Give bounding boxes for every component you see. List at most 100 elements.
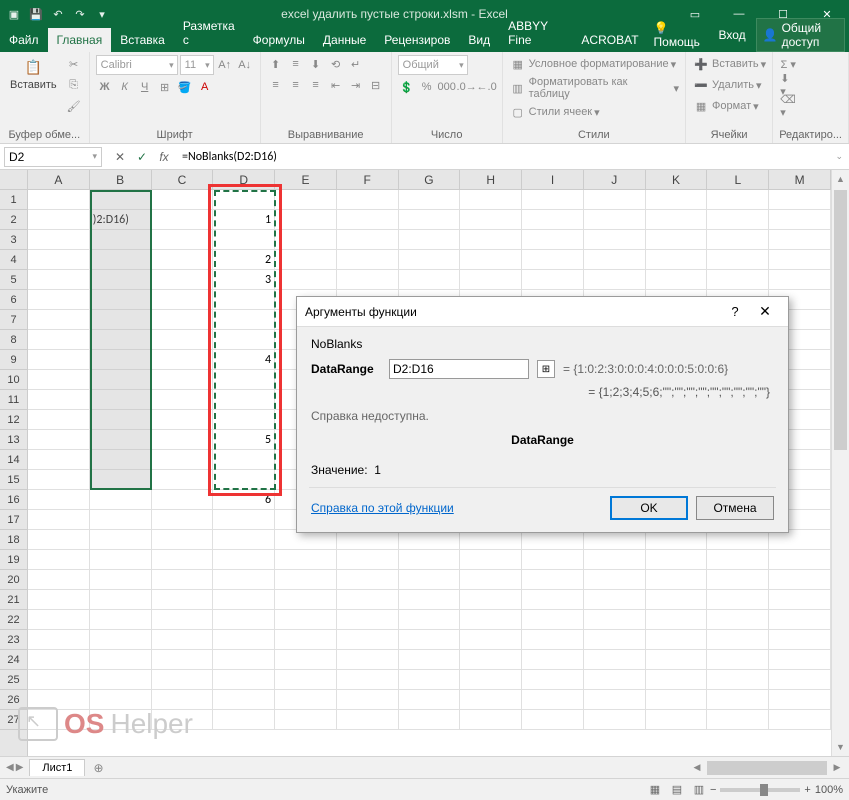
cell[interactable] [769,210,831,230]
cell[interactable] [28,330,90,350]
cell[interactable] [707,630,769,650]
cell[interactable] [769,550,831,570]
cell[interactable] [584,210,646,230]
cell[interactable] [152,530,214,550]
cell[interactable] [337,710,399,730]
cell[interactable] [90,410,152,430]
cell[interactable] [460,710,522,730]
format-table-button[interactable]: ▥Форматировать как таблицу ▾ [509,76,679,100]
cell[interactable] [707,250,769,270]
cell[interactable] [90,250,152,270]
tab-data[interactable]: Данные [314,28,375,52]
cell[interactable] [90,630,152,650]
sheet-tab[interactable]: Лист1 [29,759,85,776]
cell[interactable] [28,550,90,570]
row-header[interactable]: 10 [0,370,27,390]
cell[interactable] [213,650,275,670]
tab-layout[interactable]: Разметка с [174,14,244,52]
cell[interactable] [152,610,214,630]
cell[interactable] [707,710,769,730]
col-header[interactable]: J [584,170,646,189]
cell[interactable] [769,690,831,710]
row-header[interactable]: 23 [0,630,27,650]
cell[interactable] [28,590,90,610]
cell[interactable] [337,690,399,710]
row-header[interactable]: 22 [0,610,27,630]
cell[interactable] [152,710,214,730]
save-icon[interactable]: 💾 [28,6,44,22]
insert-cells-button[interactable]: ➕Вставить ▾ [692,55,766,73]
tab-review[interactable]: Рецензиров [375,28,459,52]
format-cells-button[interactable]: ▦Формат ▾ [692,97,759,115]
scroll-up-icon[interactable]: ▲ [832,170,849,188]
cell[interactable] [28,190,90,210]
cell[interactable] [769,650,831,670]
cell[interactable] [90,370,152,390]
cell[interactable] [399,670,461,690]
row-header[interactable]: 15 [0,470,27,490]
cell[interactable] [213,370,275,390]
cell[interactable] [213,610,275,630]
cell[interactable] [337,190,399,210]
wrap-text-icon[interactable]: ↵ [347,55,365,73]
cell[interactable] [90,490,152,510]
cell[interactable] [522,670,584,690]
cell[interactable] [28,510,90,530]
tab-home[interactable]: Главная [48,28,112,52]
cell[interactable] [646,610,708,630]
cell[interactable] [90,290,152,310]
cell[interactable]: 3 [213,270,275,290]
col-header[interactable]: L [707,170,769,189]
cell[interactable] [460,550,522,570]
cell[interactable] [399,270,461,290]
cell[interactable] [337,670,399,690]
fill-color-icon[interactable]: 🪣 [176,78,194,96]
number-format-combo[interactable]: Общий [398,55,468,75]
sheet-nav-prev-icon[interactable]: ◀ [6,762,14,773]
italic-icon[interactable]: К [116,78,134,96]
row-header[interactable]: 19 [0,550,27,570]
fx-icon[interactable]: fx [154,150,174,164]
cell[interactable]: )2:D16) [90,210,152,230]
help-button[interactable]: 💡 Помощь [648,18,709,52]
cell[interactable] [28,250,90,270]
row-header[interactable]: 18 [0,530,27,550]
cell[interactable] [152,670,214,690]
dialog-close-icon[interactable]: ✕ [750,303,780,320]
cell[interactable] [28,490,90,510]
cell[interactable] [152,310,214,330]
cell[interactable] [275,190,337,210]
cell[interactable] [399,710,461,730]
cell[interactable] [28,610,90,630]
cell[interactable] [522,270,584,290]
cut-icon[interactable]: ✂ [65,55,83,73]
cell[interactable] [28,630,90,650]
cell[interactable] [399,250,461,270]
hscroll-thumb[interactable] [707,761,827,775]
cell[interactable] [707,210,769,230]
row-header[interactable]: 2 [0,210,27,230]
cell[interactable] [769,590,831,610]
cell[interactable] [707,610,769,630]
copy-icon[interactable]: ⎘ [65,76,83,94]
cell[interactable] [90,510,152,530]
hscroll-left-icon[interactable]: ◀ [689,762,705,773]
cell[interactable] [275,610,337,630]
cell[interactable] [90,230,152,250]
col-header[interactable]: H [460,170,522,189]
cell[interactable] [28,450,90,470]
cell[interactable] [399,230,461,250]
col-header[interactable]: M [769,170,831,189]
cell[interactable] [399,190,461,210]
cell[interactable] [460,570,522,590]
cell[interactable] [90,590,152,610]
cell[interactable] [584,550,646,570]
cell[interactable] [28,710,90,730]
cell[interactable] [152,490,214,510]
border-icon[interactable]: ⊞ [156,78,174,96]
cell[interactable] [707,530,769,550]
cell[interactable] [152,210,214,230]
scroll-thumb[interactable] [834,190,847,450]
cell[interactable]: 1 [213,210,275,230]
cell[interactable] [584,270,646,290]
